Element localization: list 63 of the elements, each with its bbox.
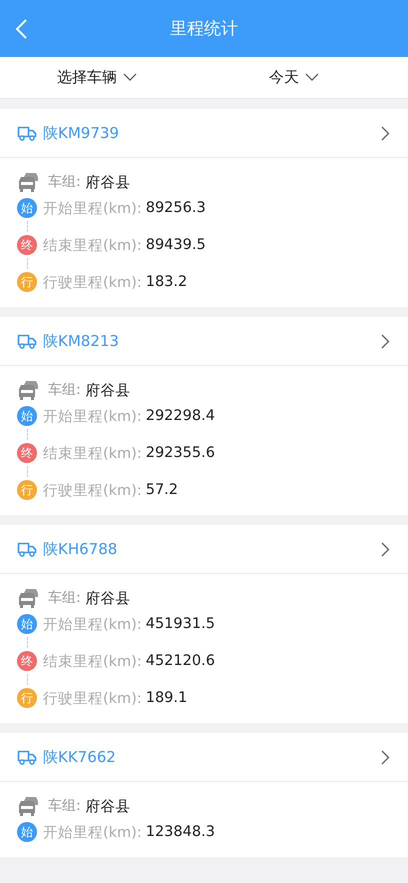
mileage-label: 开始里程(km): (43, 408, 142, 426)
mileage-badge: 终 (17, 235, 37, 255)
truck-icon (17, 333, 37, 349)
filter-dropdown[interactable]: 选择车辆 (0, 57, 196, 98)
mileage-badge: 始 (17, 198, 37, 218)
mileage-badge: 行 (17, 272, 37, 292)
truck-icon (17, 125, 37, 141)
truck-icon (17, 541, 37, 557)
cars-icon (17, 379, 41, 401)
mileage-badge: 行 (17, 480, 37, 500)
group-label: 车组: (48, 589, 81, 607)
group-value: 府谷县 (86, 174, 131, 192)
mileage-label: 开始里程(km): (43, 616, 142, 634)
mileage-badge: 始 (17, 406, 37, 426)
mileage-value: 452120.6 (146, 653, 215, 669)
mileage-label: 开始里程(km): (43, 824, 142, 842)
mileage-badge: 始 (17, 822, 37, 842)
mileage-label: 行驶里程(km): (43, 690, 142, 708)
group-value: 府谷县 (86, 798, 131, 816)
mileage-value: 89439.5 (146, 237, 206, 253)
plate-number: 陕KK7662 (43, 748, 117, 766)
vehicle-header[interactable]: 陕KH6788 (0, 525, 408, 574)
group-label: 车组: (48, 797, 81, 815)
cars-icon (17, 587, 41, 609)
group-label: 车组: (48, 381, 81, 399)
mileage-badge: 始 (17, 614, 37, 634)
mileage-badge: 行 (17, 688, 37, 708)
chevron-right-icon (381, 126, 390, 140)
cars-icon (17, 171, 41, 193)
page-title: 里程统计 (170, 18, 238, 40)
chevron-right-icon (381, 750, 390, 764)
chevron-right-icon (381, 542, 390, 556)
mileage-value: 123848.3 (146, 824, 215, 840)
plate-number: 陕KM8213 (43, 332, 120, 350)
truck-icon (17, 749, 37, 765)
mileage-value: 292298.4 (146, 408, 215, 424)
vehicle-header[interactable]: 陕KK7662 (0, 733, 408, 782)
mileage-label: 开始里程(km): (43, 200, 142, 218)
group-label: 车组: (48, 173, 81, 191)
mileage-label: 结束里程(km): (43, 444, 142, 462)
mileage-label: 行驶里程(km): (43, 274, 142, 292)
plate-number: 陕KH6788 (43, 540, 118, 558)
mileage-label: 行驶里程(km): (43, 482, 142, 500)
caret-icon (305, 73, 319, 82)
mileage-value: 451931.5 (146, 616, 215, 632)
caret-icon (123, 73, 137, 82)
cars-icon (17, 795, 41, 817)
mileage-value: 57.2 (146, 482, 178, 498)
mileage-badge: 终 (17, 651, 37, 671)
vehicle-header[interactable]: 陕KM8213 (0, 317, 408, 366)
mileage-value: 183.2 (146, 274, 188, 290)
vehicle-header[interactable]: 陕KM9739 (0, 109, 408, 158)
mileage-value: 89256.3 (146, 200, 206, 216)
group-value: 府谷县 (86, 382, 131, 400)
filter-dropdown[interactable]: 今天 (196, 57, 408, 98)
plate-number: 陕KM9739 (43, 124, 120, 142)
mileage-badge: 终 (17, 443, 37, 463)
mileage-value: 292355.6 (146, 445, 215, 461)
mileage-label: 结束里程(km): (43, 652, 142, 670)
chevron-right-icon (381, 334, 390, 348)
mileage-value: 189.1 (146, 690, 188, 706)
group-value: 府谷县 (86, 590, 131, 608)
mileage-label: 结束里程(km): (43, 236, 142, 254)
